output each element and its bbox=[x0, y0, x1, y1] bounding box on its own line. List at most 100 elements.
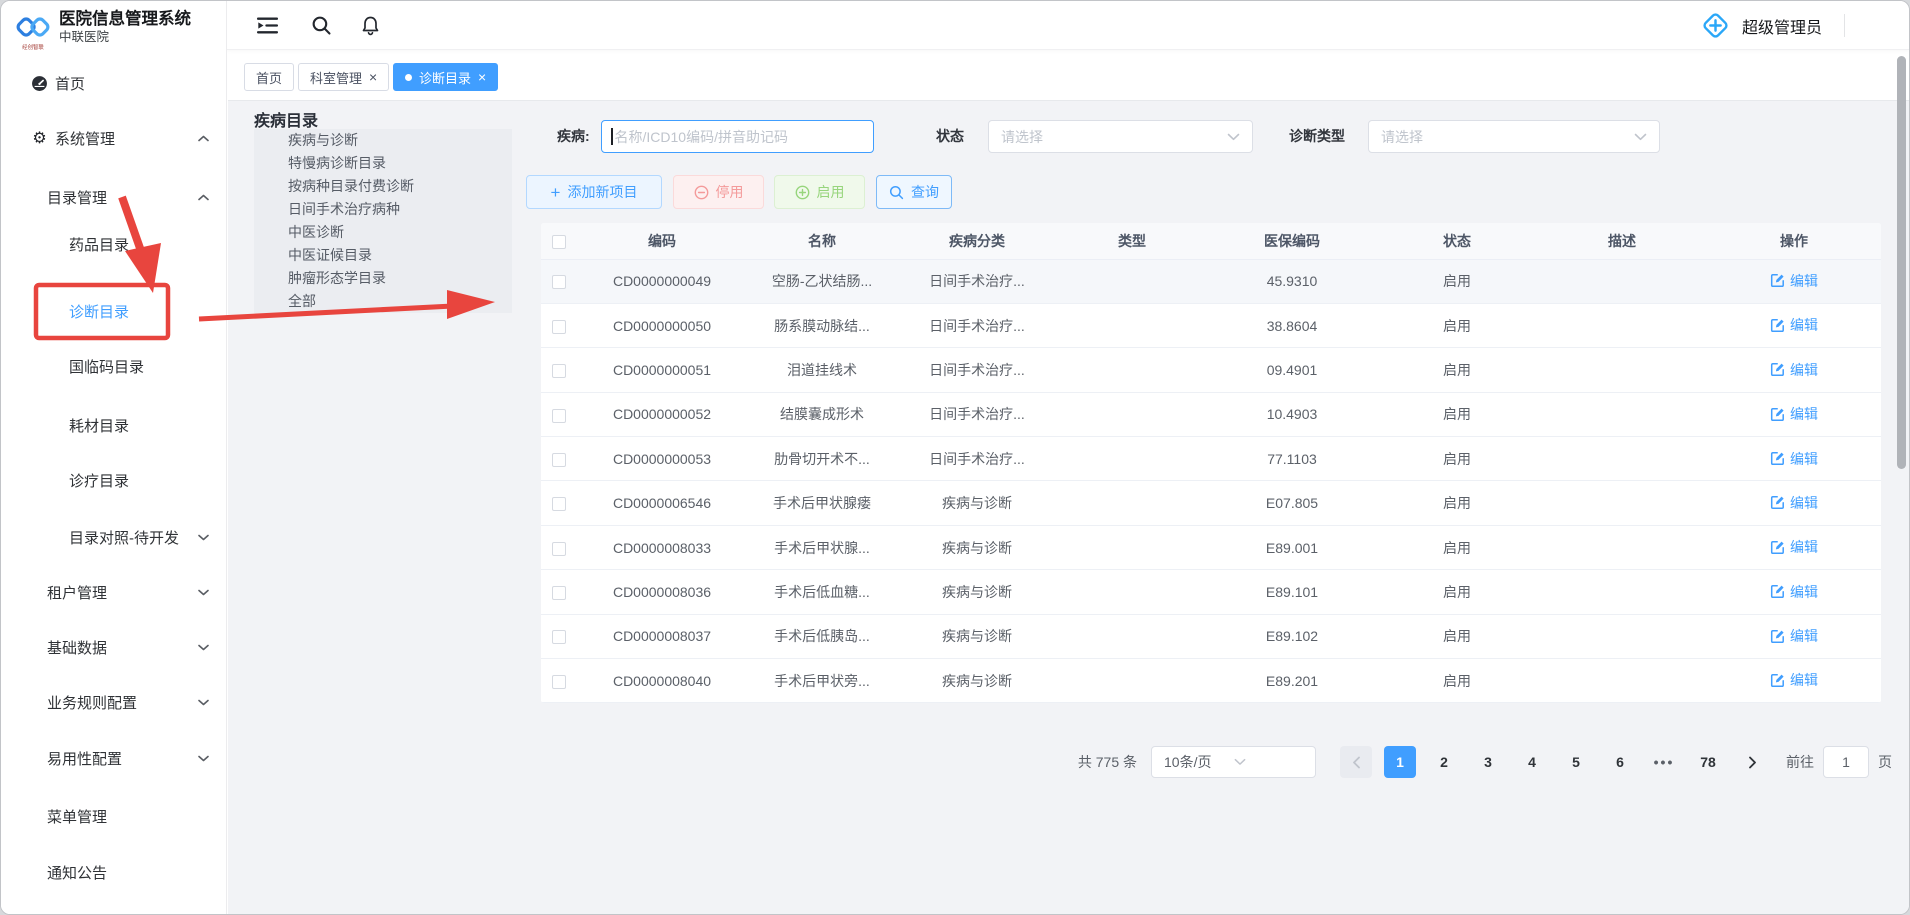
column-header: 操作 bbox=[1707, 223, 1881, 259]
catalog-item-3[interactable]: 日间手术治疗病种 bbox=[254, 198, 512, 221]
edit-button[interactable]: 编辑 bbox=[1770, 360, 1818, 380]
page-button-5[interactable]: 5 bbox=[1560, 746, 1592, 778]
page-number-list: 123456 ••• 78 bbox=[1378, 746, 1730, 778]
row-checkbox-cell bbox=[541, 659, 577, 703]
edit-button[interactable]: 编辑 bbox=[1770, 449, 1818, 469]
cell-type bbox=[1057, 525, 1207, 569]
page-size-select[interactable]: 10条/页 bbox=[1151, 746, 1316, 778]
cell-category: 疾病与诊断 bbox=[897, 481, 1057, 525]
tab-1[interactable]: 科室管理 × bbox=[298, 63, 389, 91]
sidebar-item-6[interactable]: 耗材目录 bbox=[1, 405, 227, 445]
sidebar: 经创智联 医院信息管理系统 中联医院 首页⚙系统管理目录管理药品目录诊断目录国临… bbox=[1, 1, 227, 914]
page-button-4[interactable]: 4 bbox=[1516, 746, 1548, 778]
row-checkbox[interactable] bbox=[552, 586, 566, 600]
tab-0[interactable]: 首页 bbox=[244, 63, 294, 91]
row-checkbox[interactable] bbox=[552, 320, 566, 334]
next-page-button[interactable] bbox=[1736, 746, 1768, 778]
status-select[interactable]: 请选择 bbox=[988, 120, 1253, 153]
page-button-78[interactable]: 78 bbox=[1692, 746, 1724, 778]
row-checkbox[interactable] bbox=[552, 453, 566, 467]
row-checkbox[interactable] bbox=[552, 630, 566, 644]
vertical-scrollbar-thumb[interactable] bbox=[1897, 56, 1906, 469]
sidebar-item-9[interactable]: 租户管理 bbox=[1, 572, 227, 612]
diagnosis-type-select[interactable]: 请选择 bbox=[1368, 120, 1660, 153]
sidebar-item-3[interactable]: 药品目录 bbox=[1, 224, 227, 264]
edit-button[interactable]: 编辑 bbox=[1770, 537, 1818, 557]
close-icon[interactable]: × bbox=[369, 70, 377, 84]
sidebar-item-10[interactable]: 基础数据 bbox=[1, 627, 227, 667]
sidebar-item-label: 国临码目录 bbox=[69, 356, 144, 377]
row-checkbox[interactable] bbox=[552, 364, 566, 378]
sidebar-item-active[interactable]: 诊断目录 bbox=[1, 291, 227, 331]
chevron-up-icon bbox=[198, 194, 209, 201]
row-checkbox[interactable] bbox=[552, 675, 566, 689]
cell-actions: 编辑 bbox=[1707, 392, 1881, 436]
sidebar-item-7[interactable]: 诊疗目录 bbox=[1, 460, 227, 500]
add-new-item-button[interactable]: + 添加新项目 bbox=[526, 175, 662, 209]
cell-insurance_code: E07.805 bbox=[1207, 481, 1377, 525]
page-button-6[interactable]: 6 bbox=[1604, 746, 1636, 778]
catalog-item-2[interactable]: 按病种目录付费诊断 bbox=[254, 175, 512, 198]
prev-page-button[interactable] bbox=[1340, 746, 1372, 778]
select-all-checkbox[interactable] bbox=[552, 235, 566, 249]
sidebar-item-5[interactable]: 国临码目录 bbox=[1, 346, 227, 386]
cell-description bbox=[1537, 570, 1707, 614]
row-checkbox[interactable] bbox=[552, 497, 566, 511]
sidebar-item-11[interactable]: 业务规则配置 bbox=[1, 682, 227, 722]
catalog-item-0[interactable]: 疾病与诊断 bbox=[254, 129, 512, 152]
edit-button[interactable]: 编辑 bbox=[1770, 404, 1818, 424]
tab-label: 首页 bbox=[256, 68, 282, 87]
search-icon[interactable] bbox=[311, 1, 332, 50]
bell-icon[interactable] bbox=[361, 1, 380, 50]
dashboard-icon bbox=[31, 75, 48, 92]
plus-icon: + bbox=[551, 184, 561, 201]
sidebar-collapse-icon[interactable] bbox=[256, 1, 279, 50]
edit-button[interactable]: 编辑 bbox=[1770, 626, 1818, 646]
table-row: CD0000008037手术后低胰岛...疾病与诊断E89.102启用编辑 bbox=[541, 614, 1881, 658]
sidebar-item-label: 诊断目录 bbox=[69, 301, 129, 322]
page-button-2[interactable]: 2 bbox=[1428, 746, 1460, 778]
cell-actions: 编辑 bbox=[1707, 525, 1881, 569]
enable-button[interactable]: 启用 bbox=[774, 175, 865, 209]
row-checkbox-cell bbox=[541, 614, 577, 658]
edit-button[interactable]: 编辑 bbox=[1770, 582, 1818, 602]
close-icon[interactable]: × bbox=[478, 70, 486, 84]
tab-label: 科室管理 bbox=[310, 68, 362, 87]
page-button-1[interactable]: 1 bbox=[1384, 746, 1416, 778]
sidebar-item-12[interactable]: 易用性配置 bbox=[1, 738, 227, 778]
page-more-button[interactable]: ••• bbox=[1648, 746, 1680, 778]
column-header: 名称 bbox=[747, 223, 897, 259]
edit-button[interactable]: 编辑 bbox=[1770, 315, 1818, 335]
logo-icon bbox=[15, 12, 51, 42]
edit-button[interactable]: 编辑 bbox=[1770, 493, 1818, 513]
catalog-item-7[interactable]: 全部 bbox=[254, 290, 512, 313]
page-button-3[interactable]: 3 bbox=[1472, 746, 1504, 778]
cell-status: 启用 bbox=[1377, 614, 1537, 658]
tab-2[interactable]: 诊断目录× bbox=[393, 63, 498, 91]
sidebar-item-2[interactable]: 目录管理 bbox=[1, 177, 227, 217]
row-checkbox[interactable] bbox=[552, 542, 566, 556]
user-menu[interactable]: 超级管理员 bbox=[1700, 1, 1822, 50]
row-checkbox[interactable] bbox=[552, 275, 566, 289]
row-checkbox[interactable] bbox=[552, 409, 566, 423]
plus-circle-icon bbox=[795, 185, 810, 200]
goto-page-input[interactable] bbox=[1823, 746, 1869, 778]
query-button[interactable]: 查询 bbox=[876, 175, 952, 209]
edit-button[interactable]: 编辑 bbox=[1770, 670, 1818, 690]
sidebar-item-0[interactable]: 首页 bbox=[1, 63, 227, 103]
catalog-item-6[interactable]: 肿瘤形态学目录 bbox=[254, 267, 512, 290]
edit-label: 编辑 bbox=[1790, 582, 1818, 602]
row-checkbox-cell bbox=[541, 348, 577, 392]
catalog-item-5[interactable]: 中医证候目录 bbox=[254, 244, 512, 267]
edit-label: 编辑 bbox=[1790, 360, 1818, 380]
catalog-item-4[interactable]: 中医诊断 bbox=[254, 221, 512, 244]
disease-search-input[interactable]: 名称/ICD10编码/拼音助记码 bbox=[601, 120, 874, 153]
sidebar-item-13[interactable]: 菜单管理 bbox=[1, 796, 227, 836]
edit-button[interactable]: 编辑 bbox=[1770, 271, 1818, 291]
sidebar-item-1[interactable]: ⚙系统管理 bbox=[1, 118, 227, 158]
sidebar-item-14[interactable]: 通知公告 bbox=[1, 852, 227, 892]
disable-button[interactable]: 停用 bbox=[673, 175, 764, 209]
catalog-item-1[interactable]: 特慢病诊断目录 bbox=[254, 152, 512, 175]
sidebar-item-8[interactable]: 目录对照-待开发 bbox=[1, 517, 227, 557]
cell-name: 肠系膜动脉结... bbox=[747, 303, 897, 347]
